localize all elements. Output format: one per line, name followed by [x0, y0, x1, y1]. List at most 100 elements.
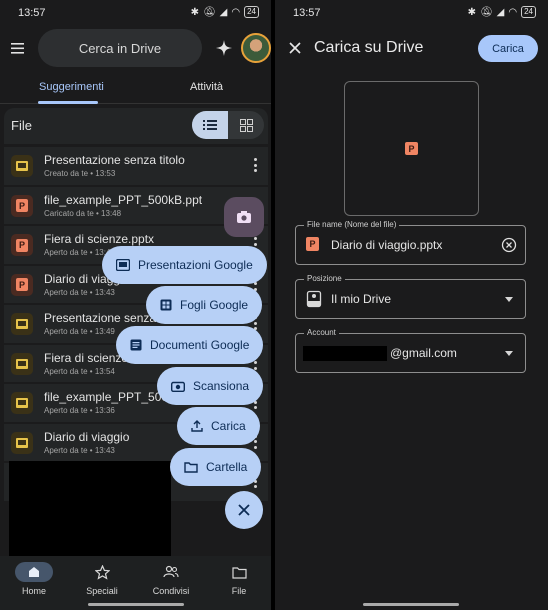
location-dropdown[interactable]: Posizione Il mio Drive: [295, 274, 526, 319]
fab-slides-label: Presentazioni Google: [138, 258, 253, 272]
location-label: Posizione: [304, 274, 345, 283]
file-name: Fiera di scienze.pptx: [44, 232, 155, 246]
redacted-email: [303, 346, 387, 361]
chevron-down-icon: [501, 291, 517, 307]
people-icon: [141, 562, 201, 582]
list-item[interactable]: Presentazione senza titolo Creato da te •…: [4, 147, 268, 185]
gemini-sparkle-icon[interactable]: [214, 38, 234, 58]
tab-bar: Suggerimenti Attività: [0, 76, 271, 104]
filename-value: Diario di viaggio.pptx: [331, 238, 443, 252]
redacted-area: [9, 461, 171, 557]
status-bar: 13:57 ✱ 🔕︎ ◢ ◠ 24: [0, 0, 271, 26]
slides-icon: [116, 259, 130, 271]
folder-icon: [209, 562, 269, 582]
folder-icon: [184, 462, 198, 473]
nav-home-label: Home: [21, 586, 46, 596]
powerpoint-icon: P: [405, 142, 418, 155]
list-view-icon: [203, 120, 217, 130]
file-subtitle: Aperto da te • 13:43: [44, 445, 115, 455]
file-name: Diario di viaggio: [44, 429, 130, 444]
close-icon: [238, 504, 250, 516]
file-subtitle: Aperto da te • 13:36: [44, 406, 115, 415]
sheets-icon: [160, 299, 172, 311]
clear-text-icon[interactable]: [501, 237, 517, 253]
scan-button[interactable]: Scansiona: [157, 367, 264, 405]
file-name: Presentazione senza titolo: [44, 153, 185, 167]
upload-to-drive-screen: 13:57 ✱ 🔕︎ ◢ ◠ 24 Carica su Drive Carica…: [275, 0, 548, 610]
powerpoint-icon: P: [11, 194, 33, 217]
nav-shared-label: Condivisi: [152, 586, 190, 596]
filename-field[interactable]: File name (Nome del file) P Diario di vi…: [295, 220, 526, 265]
active-tab-indicator: [38, 101, 98, 104]
drive-storage-icon: [306, 290, 322, 308]
file-subtitle: Aperto da te • 13:4: [44, 248, 111, 257]
file-preview: P: [344, 81, 479, 216]
page-title: Carica su Drive: [314, 39, 424, 56]
file-subtitle: Caricato da te • 13:48: [44, 208, 122, 218]
gesture-bar: [363, 603, 459, 606]
more-options-icon[interactable]: [254, 158, 258, 172]
signal-icon: ◢: [496, 6, 505, 18]
bottom-navigation: Home Speciali Condivisi File: [0, 556, 271, 610]
new-google-slides-button[interactable]: Presentazioni Google: [102, 246, 267, 284]
filename-label: File name (Nome del file): [304, 220, 400, 229]
status-time: 13:57: [18, 7, 46, 19]
fab-upload-label: Carica: [211, 419, 246, 433]
wifi-icon: ◠: [231, 6, 241, 18]
search-placeholder: Cerca in Drive: [78, 40, 162, 56]
file-subtitle: Creato da te • 13:53: [44, 169, 116, 178]
camera-icon: [171, 381, 185, 392]
fab-folder-label: Cartella: [206, 460, 248, 474]
slides-icon: [11, 352, 33, 375]
slides-icon: [11, 392, 33, 414]
close-fab-menu-button[interactable]: [225, 491, 263, 529]
docs-icon: [130, 339, 142, 351]
fab-sheets-label: Fogli Google: [180, 298, 249, 312]
account-dropdown[interactable]: Account @gmail.com: [295, 328, 526, 373]
nav-shared[interactable]: Condivisi: [141, 562, 201, 596]
new-folder-button[interactable]: Cartella: [170, 448, 262, 486]
new-google-docs-button[interactable]: Documenti Google: [116, 326, 264, 364]
battery-icon: 24: [521, 6, 536, 18]
account-avatar[interactable]: [241, 33, 271, 63]
powerpoint-icon: P: [11, 273, 33, 296]
grid-view-icon: [239, 118, 253, 132]
file-name: Fiera di scienze: [44, 350, 129, 365]
signal-icon: ◢: [219, 6, 228, 18]
upload-button[interactable]: Carica: [177, 407, 260, 445]
close-icon[interactable]: [287, 40, 303, 56]
mute-icon: 🔕︎: [479, 6, 493, 18]
chevron-down-icon: [501, 345, 517, 361]
tab-activity[interactable]: Attività: [190, 81, 223, 93]
file-subtitle: Aperto da te • 13:49: [44, 327, 115, 336]
nav-home[interactable]: Home: [4, 562, 64, 596]
slides-icon: [11, 431, 33, 454]
hamburger-menu-icon[interactable]: [8, 38, 28, 58]
files-header: File: [4, 108, 268, 144]
nav-files[interactable]: File: [209, 562, 269, 596]
tab-suggestions[interactable]: Suggerimenti: [39, 81, 104, 93]
grid-view-button[interactable]: [228, 111, 264, 139]
status-bar: 13:57 ✱ 🔕︎ ◢ ◠ 24: [275, 0, 548, 26]
fab-docs-label: Documenti Google: [150, 338, 250, 352]
drive-home-screen: 13:57 ✱ 🔕︎ ◢ ◠ 24 Cerca in Drive Suggeri…: [0, 0, 271, 610]
account-label: Account: [304, 328, 339, 337]
nav-starred-label: Speciali: [86, 586, 118, 596]
search-bar[interactable]: Cerca in Drive: [38, 29, 202, 67]
gesture-bar: [88, 603, 184, 606]
file-name: file_example_PPT_500kB.ppt: [44, 192, 203, 207]
status-icons: ✱ 🔕︎ ◢ ◠ 24: [191, 6, 259, 18]
nav-starred[interactable]: Speciali: [72, 562, 132, 596]
bluetooth-icon: ✱: [190, 6, 199, 18]
scan-camera-button[interactable]: [224, 197, 264, 237]
wifi-icon: ◠: [508, 6, 518, 18]
powerpoint-icon: P: [11, 234, 33, 256]
slides-icon: [11, 313, 33, 335]
list-view-button[interactable]: [192, 111, 228, 139]
upload-confirm-button[interactable]: Carica: [478, 35, 538, 62]
file-subtitle: Aperto da te • 13:43: [44, 287, 115, 297]
powerpoint-icon: P: [306, 237, 322, 255]
star-icon: [72, 562, 132, 582]
nav-files-label: File: [231, 586, 247, 596]
new-google-sheets-button[interactable]: Fogli Google: [146, 286, 263, 324]
